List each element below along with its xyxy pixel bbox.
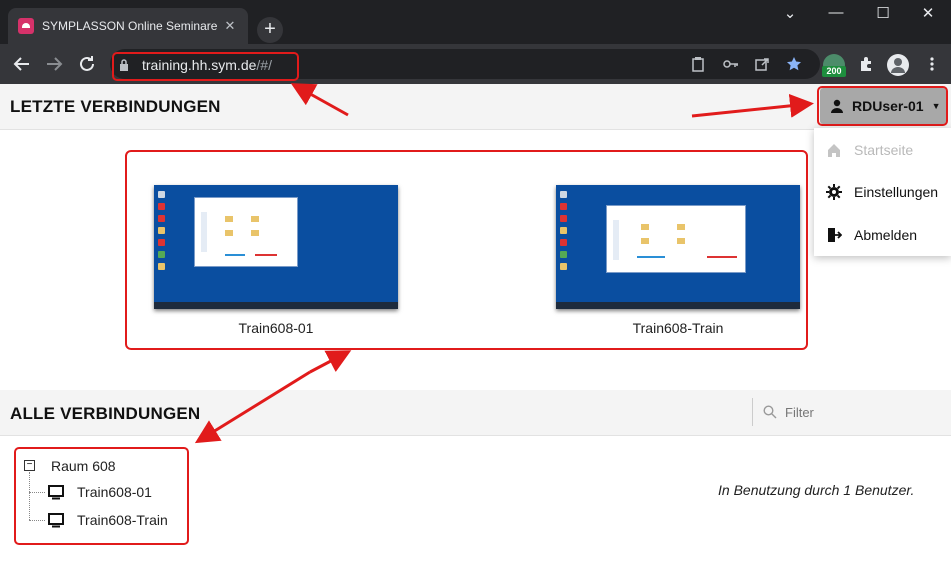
- extension-badge: 200: [822, 66, 846, 77]
- taskbar-preview: [556, 302, 800, 309]
- explorer-window-preview: [606, 205, 746, 273]
- maximize-button[interactable]: ☐: [873, 4, 893, 22]
- extension-counter-icon[interactable]: 200: [822, 54, 846, 77]
- desktop-icon: [158, 263, 165, 270]
- desktop-icon: [560, 239, 567, 246]
- minimize-button[interactable]: —: [826, 4, 846, 21]
- new-tab-button[interactable]: +: [257, 17, 283, 43]
- tree-annotation-box: [14, 447, 189, 545]
- desktop-icon: [158, 203, 165, 210]
- key-icon[interactable]: [723, 56, 739, 72]
- desktop-icon: [560, 191, 567, 198]
- filter-placeholder: Filter: [785, 404, 814, 420]
- connection-label[interactable]: Train608-01: [154, 320, 398, 336]
- usage-status-text: In Benutzung durch 1 Benutzer.: [718, 482, 915, 498]
- desktop-icon: [560, 203, 567, 210]
- clipboard-icon[interactable]: [690, 56, 706, 72]
- search-icon: [763, 405, 777, 419]
- user-annotation-box: [817, 86, 948, 126]
- thumbs-arrow: [309, 350, 352, 374]
- desktop-icon: [560, 263, 567, 270]
- menu-item-label: Abmelden: [854, 227, 918, 243]
- filter-input[interactable]: Filter: [752, 398, 951, 426]
- desktop-icon: [158, 191, 165, 198]
- tab-search-icon[interactable]: ⌄: [780, 4, 800, 22]
- taskbar-preview: [154, 302, 398, 309]
- menu-item-startseite[interactable]: Startseite: [814, 130, 951, 170]
- share-icon[interactable]: [754, 56, 770, 72]
- browser-tab-strip: SYMPLASSON Online Seminare ✕ + ⌄ — ☐ ✕: [0, 0, 951, 44]
- menu-item-abmelden[interactable]: Abmelden: [814, 215, 951, 255]
- all-connections-title: ALLE VERBINDUNGEN: [10, 404, 201, 423]
- url-annotation-box: [112, 52, 299, 81]
- desktop-icon: [560, 215, 567, 222]
- tab-title: SYMPLASSON Online Seminare: [42, 19, 218, 33]
- desktop-icon: [158, 251, 165, 258]
- browser-menu-icon[interactable]: [924, 56, 940, 72]
- recent-connections-title: LETZTE VERBINDUNGEN: [10, 97, 221, 116]
- home-icon: [826, 142, 842, 158]
- symplasson-favicon-icon: [18, 18, 34, 34]
- browser-tab[interactable]: SYMPLASSON Online Seminare ✕: [8, 8, 248, 44]
- menu-item-label: Einstellungen: [854, 184, 939, 200]
- connection-thumbnail-train608-01[interactable]: [154, 185, 398, 309]
- connection-label[interactable]: Train608-Train: [556, 320, 800, 336]
- tab-close-icon[interactable]: ✕: [222, 18, 238, 34]
- forward-icon[interactable]: [42, 52, 66, 76]
- connection-thumbnail-train608-train[interactable]: [556, 185, 800, 309]
- desktop-icon: [560, 251, 567, 258]
- profile-avatar-icon[interactable]: [887, 54, 909, 76]
- menu-item-einstellungen[interactable]: Einstellungen: [814, 172, 951, 212]
- close-window-button[interactable]: ✕: [918, 4, 938, 22]
- desktop-icon: [158, 227, 165, 234]
- back-icon[interactable]: [10, 52, 34, 76]
- extensions-puzzle-icon[interactable]: [858, 56, 874, 72]
- desktop-icon: [158, 239, 165, 246]
- user-dropdown-menu: Startseite Einstellungen Abmelden: [814, 128, 951, 256]
- recent-connections-header: LETZTE VERBINDUNGEN: [0, 84, 951, 130]
- explorer-window-preview: [194, 197, 298, 267]
- desktop-icon: [560, 227, 567, 234]
- reload-icon[interactable]: [75, 52, 99, 76]
- bookmark-star-icon[interactable]: [786, 56, 802, 72]
- gear-icon: [826, 184, 842, 200]
- menu-item-label: Startseite: [854, 142, 914, 158]
- desktop-icon: [158, 215, 165, 222]
- logout-icon: [826, 227, 843, 243]
